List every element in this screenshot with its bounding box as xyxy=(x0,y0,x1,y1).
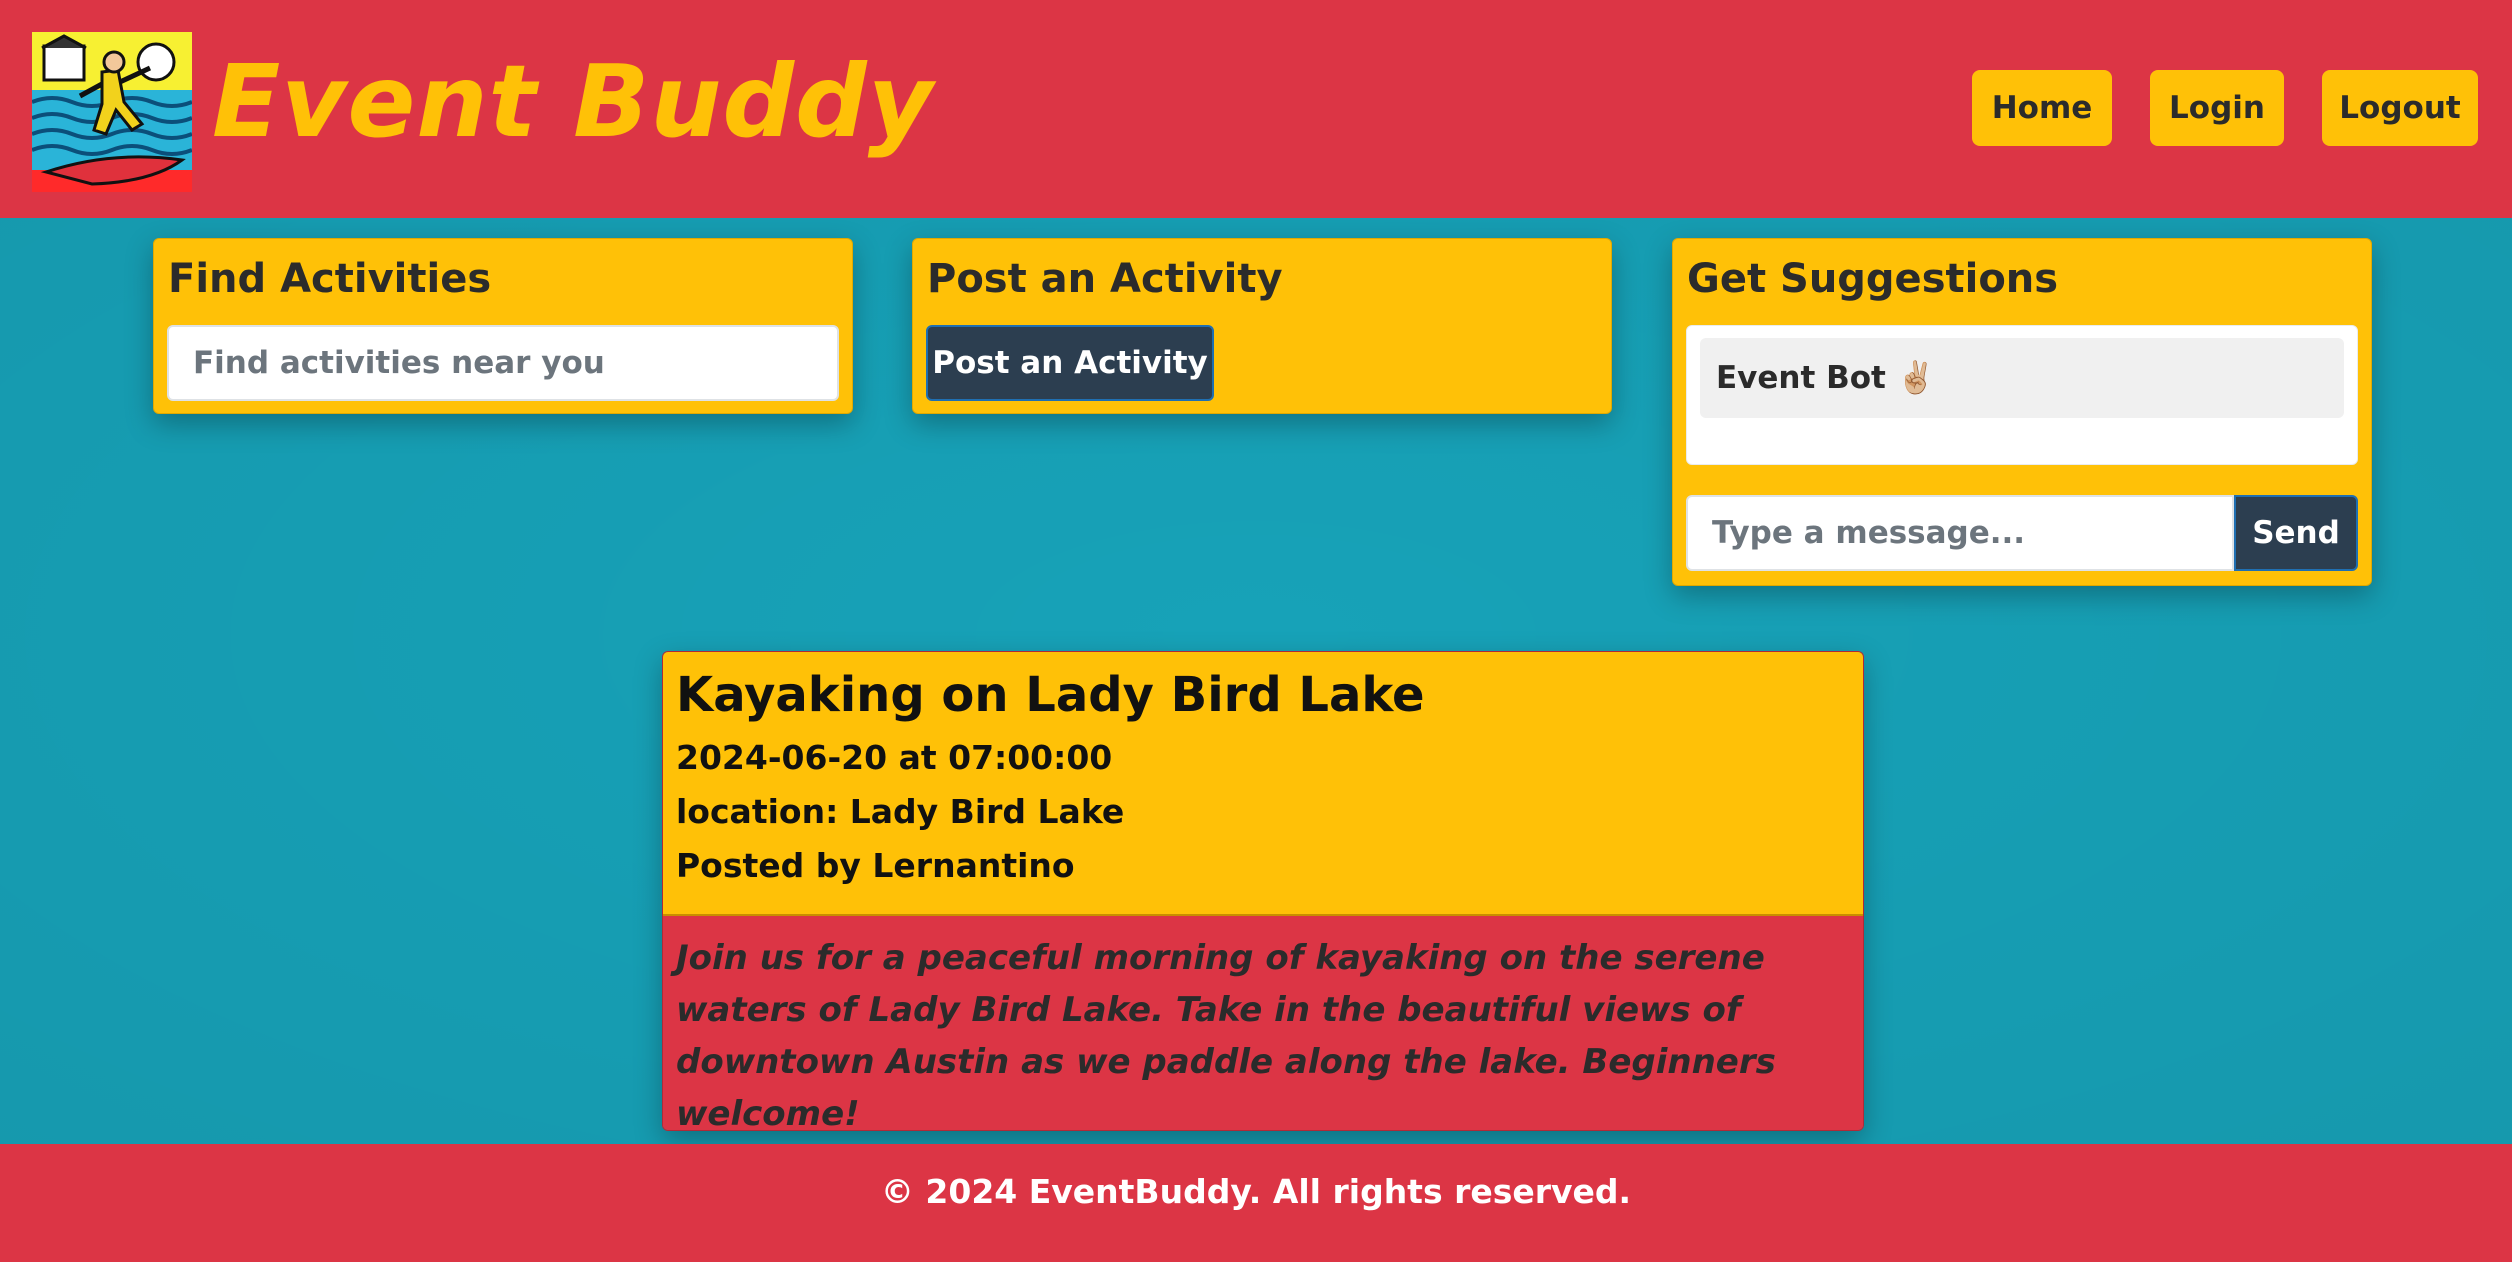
find-activities-panel: Find Activities xyxy=(153,238,853,414)
logo-image xyxy=(32,32,192,192)
chat-message-input[interactable] xyxy=(1686,495,2234,571)
activity-title: Kayaking on Lady Bird Lake xyxy=(676,667,1425,723)
copyright-text: © 2024 EventBuddy. All rights reserved. xyxy=(880,1172,1632,1211)
activity-card-body: Join us for a peaceful morning of kayaki… xyxy=(663,916,1863,1131)
nav-home-button[interactable]: Home xyxy=(1972,70,2112,146)
main-content: Find Activities Post an Activity Post an… xyxy=(0,218,2512,1144)
activity-datetime: 2024-06-20 at 07:00:00 xyxy=(676,738,1113,777)
post-activity-title: Post an Activity xyxy=(927,256,1283,302)
activity-posted-by: Posted by Lernantino xyxy=(676,846,1075,885)
bot-message: Event Bot ✌🏼 xyxy=(1700,338,2344,418)
suggestions-panel: Get Suggestions Event Bot ✌🏼 Send xyxy=(1672,238,2372,586)
app-title: Event Buddy xyxy=(212,43,934,160)
send-button[interactable]: Send xyxy=(2234,495,2358,571)
activity-location: location: Lady Bird Lake xyxy=(676,792,1125,831)
post-activity-panel: Post an Activity Post an Activity xyxy=(912,238,1612,414)
activity-card: Kayaking on Lady Bird Lake 2024-06-20 at… xyxy=(662,651,1864,1131)
surfer-comic-art-icon xyxy=(32,32,192,192)
nav-logout-button[interactable]: Logout xyxy=(2322,70,2478,146)
activity-search-input[interactable] xyxy=(167,325,839,401)
chat-window: Event Bot ✌🏼 xyxy=(1686,325,2358,465)
site-footer: © 2024 EventBuddy. All rights reserved. xyxy=(0,1144,2512,1262)
post-activity-button[interactable]: Post an Activity xyxy=(926,325,1214,401)
site-header: Event Buddy Home Login Logout xyxy=(0,0,2512,218)
suggestions-title: Get Suggestions xyxy=(1687,256,2059,302)
find-activities-title: Find Activities xyxy=(168,256,492,302)
activity-description: Join us for a peaceful morning of kayaki… xyxy=(676,938,1776,1131)
activity-card-header: Kayaking on Lady Bird Lake 2024-06-20 at… xyxy=(663,652,1863,916)
nav-login-button[interactable]: Login xyxy=(2150,70,2284,146)
